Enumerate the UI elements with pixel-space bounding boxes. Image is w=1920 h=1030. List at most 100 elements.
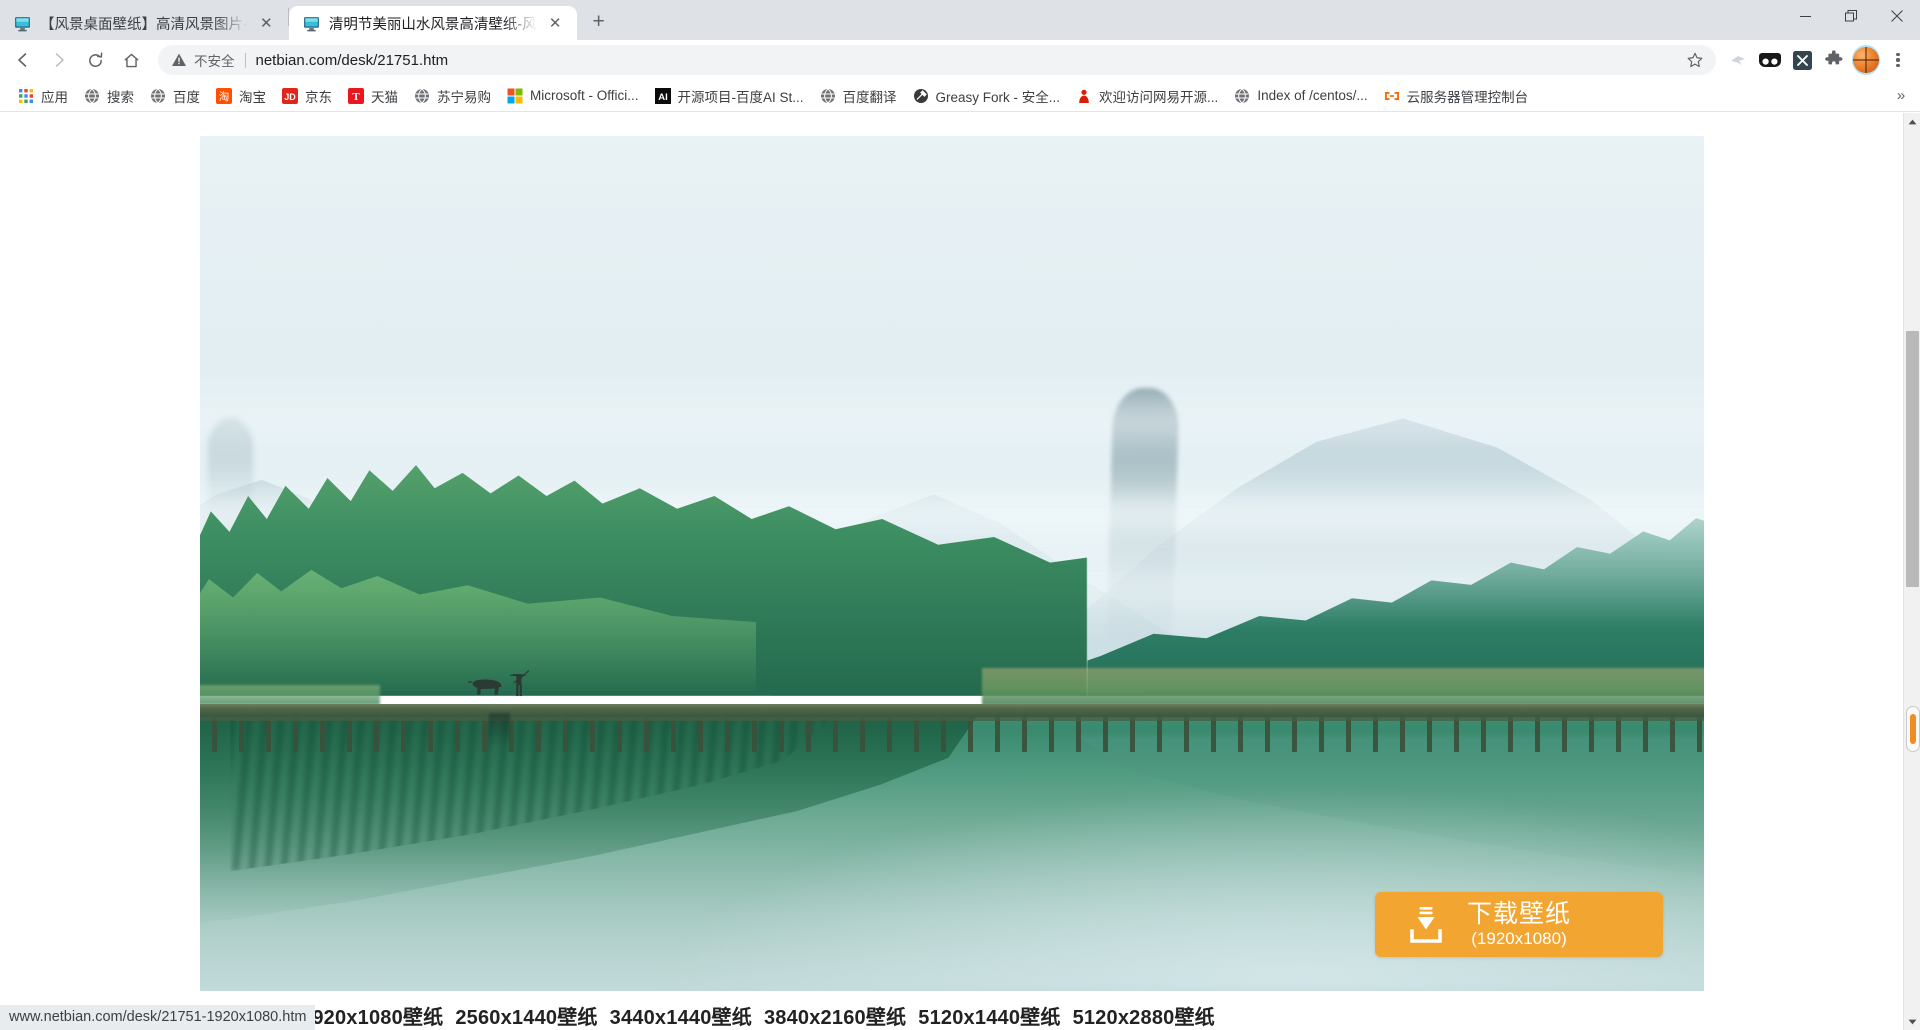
bookmark-label: 搜索 (107, 89, 134, 105)
bookmark-jd[interactable]: JD 京东 (274, 82, 340, 110)
new-tab-button[interactable]: + (584, 7, 614, 37)
bookmarks-overflow-button[interactable]: » (1888, 83, 1914, 109)
kebab-icon (1896, 52, 1900, 68)
globe-icon (1234, 88, 1250, 104)
reload-icon[interactable] (78, 43, 112, 77)
jd-icon: JD (282, 87, 298, 104)
minimize-icon[interactable] (1782, 0, 1828, 32)
bookmark-label: 天猫 (371, 89, 398, 105)
monitor-icon (303, 15, 320, 32)
bookmark-label: Index of /centos/... (1257, 88, 1368, 103)
microsoft-icon (507, 88, 523, 104)
resolution-link-3840[interactable]: 3840x2160壁纸 (764, 1007, 906, 1029)
aliyun-icon (1384, 88, 1400, 104)
tab-close-icon[interactable]: ✕ (546, 14, 565, 33)
water-buffalo-icon (465, 675, 510, 701)
security-status-label: 不安全 (194, 54, 235, 69)
globe-icon (414, 88, 430, 104)
bookmark-netease-opensource[interactable]: 欢迎访问网易开源... (1068, 82, 1226, 110)
tab-title: 【风景桌面壁纸】高清风景图片- (40, 16, 248, 33)
page-content: 下载壁纸 (1920x1080) 壁纸下载：1920x1080壁纸 2560x14… (0, 113, 1920, 1030)
chrome-menu-button[interactable] (1884, 46, 1912, 74)
resolution-link-2560[interactable]: 2560x1440壁纸 (455, 1007, 597, 1029)
svg-text:JD: JD (284, 92, 296, 102)
ext-glasses-icon[interactable] (1756, 46, 1784, 74)
greasyfork-icon (913, 88, 929, 104)
vertical-scrollbar[interactable] (1903, 113, 1920, 1030)
bookmark-label: 应用 (41, 89, 68, 105)
svg-text:AI: AI (658, 92, 668, 103)
warning-triangle-icon (171, 52, 187, 68)
home-icon[interactable] (114, 43, 148, 77)
bookmark-label: 开源项目-百度AI St... (677, 89, 804, 105)
close-icon[interactable] (1874, 0, 1920, 32)
svg-text:淘: 淘 (219, 90, 230, 103)
tab-close-icon[interactable]: ✕ (257, 14, 276, 33)
ext-puzzle-icon[interactable] (1820, 46, 1848, 74)
tab-wallpaper-list[interactable]: 【风景桌面壁纸】高清风景图片- ✕ (0, 6, 288, 40)
water-sky-sheen (651, 785, 1704, 991)
download-wallpaper-button[interactable]: 下载壁纸 (1920x1080) (1375, 892, 1663, 957)
bookmarks-bar: 应用 搜索 百度 淘 淘宝 JD 京东 T 天猫 苏宁易购 Microsoft … (0, 80, 1920, 112)
bookmark-baidu-fanyi[interactable]: 百度翻译 (812, 82, 905, 110)
tmall-icon: T (348, 87, 364, 104)
bookmark-microsoft[interactable]: Microsoft - Offici... (499, 84, 647, 108)
netease-icon (1076, 88, 1092, 104)
tab-title: 清明节美丽山水风景高清壁纸-风 (328, 16, 537, 33)
ext-bird-icon[interactable] (1724, 46, 1752, 74)
bookmark-label: 百度翻译 (842, 89, 897, 105)
stone-bridge (200, 703, 1704, 717)
bookmark-apps[interactable]: 应用 (10, 82, 76, 110)
globe-icon (820, 88, 836, 104)
scroll-up-arrow-icon[interactable] (1904, 113, 1920, 130)
link-status-bubble: www.netbian.com/desk/21751-1920x1080.htm (0, 1005, 316, 1030)
browser-toolbar: 不安全 netbian.com/desk/21751.htm (0, 40, 1920, 80)
bridge-rail (200, 716, 1704, 721)
bookmark-centos-index[interactable]: Index of /centos/... (1226, 84, 1375, 108)
globe-icon (150, 88, 166, 104)
baidu-ai-icon: AI (654, 87, 671, 104)
scrollbar-thumb[interactable] (1906, 331, 1919, 587)
download-main-label: 下载壁纸 (1467, 899, 1572, 928)
bookmark-aliyun-console[interactable]: 云服务器管理控制台 (1376, 82, 1537, 110)
bookmark-label: 欢迎访问网易开源... (1099, 89, 1219, 105)
bookmark-greasyfork[interactable]: Greasy Fork - 安全... (905, 82, 1069, 110)
profile-avatar[interactable] (1852, 45, 1880, 75)
scroll-down-arrow-icon[interactable] (1904, 1013, 1920, 1030)
monitor-icon (14, 15, 31, 32)
wallpaper-preview-image[interactable] (200, 136, 1704, 991)
farmer-figure-icon (507, 670, 531, 701)
globe-icon (84, 88, 100, 104)
bookmark-label: Microsoft - Offici... (530, 88, 639, 103)
resolution-link-5120x2880[interactable]: 5120x2880壁纸 (1073, 1007, 1215, 1029)
bookmark-suning[interactable]: 苏宁易购 (406, 82, 499, 110)
apps-grid-icon (18, 88, 34, 104)
tab-wallpaper-detail[interactable]: 清明节美丽山水风景高清壁纸-风 ✕ (288, 6, 577, 40)
bookmark-search[interactable]: 搜索 (76, 82, 142, 110)
address-bar[interactable]: 不安全 netbian.com/desk/21751.htm (158, 45, 1716, 75)
window-controls (1782, 0, 1920, 40)
maximize-icon[interactable] (1828, 0, 1874, 32)
bookmark-label: 淘宝 (239, 89, 266, 105)
download-resolution-label: (1920x1080) (1471, 929, 1567, 949)
omnibox-divider (244, 52, 246, 68)
svg-text:T: T (352, 91, 360, 103)
bookmark-label: 苏宁易购 (437, 89, 491, 105)
scroll-position-marker[interactable] (1906, 706, 1920, 752)
bookmark-label: 云服务器管理控制台 (1406, 89, 1529, 105)
download-button-text: 下载壁纸 (1920x1080) (1467, 901, 1571, 948)
landscape-photo (200, 136, 1704, 991)
back-icon[interactable] (6, 43, 40, 77)
bookmark-baidu[interactable]: 百度 (142, 82, 208, 110)
extension-icons (1724, 45, 1912, 75)
ext-x-icon[interactable] (1788, 46, 1816, 74)
bookmark-star-icon[interactable] (1686, 51, 1704, 69)
resolution-link-3440[interactable]: 3440x1440壁纸 (610, 1007, 752, 1029)
bookmark-taobao[interactable]: 淘 淘宝 (208, 82, 274, 110)
resolution-links-row: 壁纸下载：1920x1080壁纸 2560x1440壁纸 3440x1440壁纸 38… (200, 1001, 1900, 1030)
resolution-link-5120x1440[interactable]: 5120x1440壁纸 (918, 1007, 1060, 1029)
figure-reflection (488, 713, 510, 748)
bookmark-tmall[interactable]: T 天猫 (340, 82, 406, 110)
forward-icon[interactable] (42, 43, 76, 77)
bookmark-baidu-ai-studio[interactable]: AI 开源项目-百度AI St... (647, 82, 812, 110)
